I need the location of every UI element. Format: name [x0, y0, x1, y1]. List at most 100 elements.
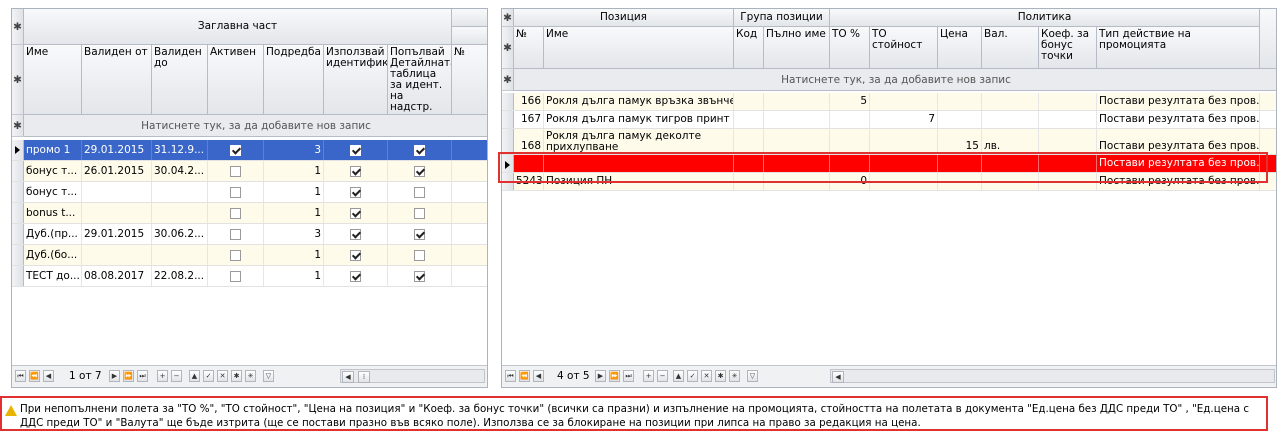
use-identifier-checkbox[interactable]: [350, 186, 361, 198]
fill-detail-cell[interactable]: [388, 245, 452, 265]
cell-number[interactable]: [452, 266, 487, 286]
active-cell[interactable]: [208, 140, 264, 160]
active-cell[interactable]: [208, 245, 264, 265]
col-header-valid-from[interactable]: Валиден от: [82, 45, 152, 115]
delete-record-icon[interactable]: −: [171, 370, 182, 382]
cell-to-pct[interactable]: [830, 129, 870, 154]
use-identifier-checkbox[interactable]: [350, 144, 361, 156]
table-row[interactable]: Дуб.(пр... 29.01.2015 30.06.2... 3: [12, 224, 487, 245]
fill-detail-checkbox[interactable]: [414, 165, 425, 177]
active-cell[interactable]: [208, 203, 264, 223]
active-checkbox[interactable]: [230, 186, 241, 198]
cell-order[interactable]: 1: [264, 182, 324, 202]
row-indicator[interactable]: [12, 266, 24, 286]
active-checkbox[interactable]: [230, 228, 241, 240]
cell-valid-to[interactable]: 31.12.9...: [152, 140, 208, 160]
col-header-fill-detail[interactable]: Попълвай Детайлната таблица за идент. на…: [388, 45, 452, 115]
cell-valid-to[interactable]: [152, 182, 208, 202]
cell-number[interactable]: [452, 140, 487, 160]
fill-detail-checkbox[interactable]: [414, 249, 425, 261]
col-header-active[interactable]: Активен: [208, 45, 264, 115]
use-identifier-checkbox[interactable]: [350, 270, 361, 282]
col-header-price[interactable]: Цена: [938, 27, 982, 69]
col-header-name[interactable]: Име: [544, 27, 734, 69]
edit-record-icon[interactable]: ▲: [673, 370, 684, 382]
cell-name[interactable]: промо 1: [24, 140, 82, 160]
row-indicator[interactable]: [12, 182, 24, 202]
cell-currency[interactable]: [982, 111, 1039, 128]
fill-detail-cell[interactable]: [388, 266, 452, 286]
cell-name[interactable]: ТЕСТ до...: [24, 266, 82, 286]
cell-order[interactable]: 3: [264, 140, 324, 160]
prev-page-button[interactable]: ⏪: [519, 370, 530, 382]
cell-price[interactable]: 15: [938, 129, 982, 154]
table-row[interactable]: 167 Рокля дълга памук тигров принт 7 Постав…: [502, 111, 1276, 129]
next-page-button[interactable]: ⏩: [609, 370, 620, 382]
cell-code[interactable]: [734, 93, 764, 110]
active-cell[interactable]: [208, 266, 264, 286]
cell-name[interactable]: Рокля дълга памук връзка звънчета: [544, 93, 734, 110]
fill-detail-cell[interactable]: [388, 182, 452, 202]
col-header-use-identifier[interactable]: Използвай идентификатора: [324, 45, 388, 115]
active-checkbox[interactable]: [230, 207, 241, 219]
col-header-order[interactable]: Подредба: [264, 45, 324, 115]
cell-name[interactable]: Рокля дълга памук деколте прихлупване: [544, 129, 734, 154]
scroll-left-icon[interactable]: ◀: [832, 371, 844, 383]
cell-code[interactable]: [734, 111, 764, 128]
active-cell[interactable]: [208, 161, 264, 181]
table-row[interactable]: бонус т... 1: [12, 182, 487, 203]
bookmark-icon[interactable]: ✳: [245, 370, 256, 382]
cell-bonus-coef[interactable]: [1039, 93, 1097, 110]
row-indicator[interactable]: [502, 111, 514, 128]
cell-price[interactable]: [938, 93, 982, 110]
cell-order[interactable]: 3: [264, 224, 324, 244]
cell-number[interactable]: [452, 203, 487, 223]
cell-valid-to[interactable]: 22.08.2...: [152, 266, 208, 286]
cell-price[interactable]: [938, 111, 982, 128]
cell-order[interactable]: 1: [264, 266, 324, 286]
cell-full-name[interactable]: [764, 129, 830, 154]
prev-page-button[interactable]: ⏪: [29, 370, 40, 382]
cell-name[interactable]: Рокля дълга памук тигров принт: [544, 111, 734, 128]
delete-record-icon[interactable]: −: [657, 370, 668, 382]
use-identifier-cell[interactable]: [324, 266, 388, 286]
post-edit-icon[interactable]: ✓: [687, 370, 698, 382]
use-identifier-checkbox[interactable]: [350, 228, 361, 240]
use-identifier-cell[interactable]: [324, 161, 388, 181]
use-identifier-cell[interactable]: [324, 203, 388, 223]
table-row[interactable]: Дуб.(бо... 1: [12, 245, 487, 266]
grid-corner-asterisk[interactable]: ✱: [12, 9, 24, 45]
col-header-action-type[interactable]: Тип действие на промоцията: [1097, 27, 1260, 69]
col-header-number[interactable]: №: [452, 45, 487, 115]
cancel-edit-icon[interactable]: ✕: [701, 370, 712, 382]
next-page-button[interactable]: ⏩: [123, 370, 134, 382]
cell-bonus-coef[interactable]: [1039, 129, 1097, 154]
cell-no[interactable]: 167: [514, 111, 544, 128]
cell-currency[interactable]: [982, 93, 1039, 110]
row-indicator[interactable]: [12, 245, 24, 265]
cell-valid-to[interactable]: [152, 203, 208, 223]
col-header-code[interactable]: Код: [734, 27, 764, 69]
cell-valid-to[interactable]: 30.04.2...: [152, 161, 208, 181]
grid-corner-asterisk[interactable]: ✱: [502, 9, 514, 27]
next-record-button[interactable]: ▶: [595, 370, 606, 382]
row-indicator[interactable]: [12, 203, 24, 223]
table-row[interactable]: промо 1 29.01.2015 31.12.9... 3: [12, 140, 487, 161]
cell-no[interactable]: 166: [514, 93, 544, 110]
table-row[interactable]: ТЕСТ до... 08.08.2017 22.08.2... 1: [12, 266, 487, 287]
active-checkbox[interactable]: [230, 270, 241, 282]
cell-currency[interactable]: лв.: [982, 129, 1039, 154]
col-header-to-value[interactable]: ТО стойност: [870, 27, 938, 69]
fill-detail-cell[interactable]: [388, 161, 452, 181]
cell-action-type[interactable]: Постави резултата без пров...: [1097, 93, 1260, 110]
filter-icon[interactable]: ▽: [747, 370, 758, 382]
table-row[interactable]: бонус т... 26.01.2015 30.04.2... 1: [12, 161, 487, 182]
cell-to-value[interactable]: 7: [870, 111, 938, 128]
cell-name[interactable]: bonus t...: [24, 203, 82, 223]
col-header-currency[interactable]: Вал.: [982, 27, 1039, 69]
cell-valid-from[interactable]: 26.01.2015: [82, 161, 152, 181]
post-edit-icon[interactable]: ✓: [203, 370, 214, 382]
cell-valid-from[interactable]: [82, 182, 152, 202]
fill-detail-checkbox[interactable]: [414, 207, 425, 219]
row-indicator[interactable]: [12, 224, 24, 244]
